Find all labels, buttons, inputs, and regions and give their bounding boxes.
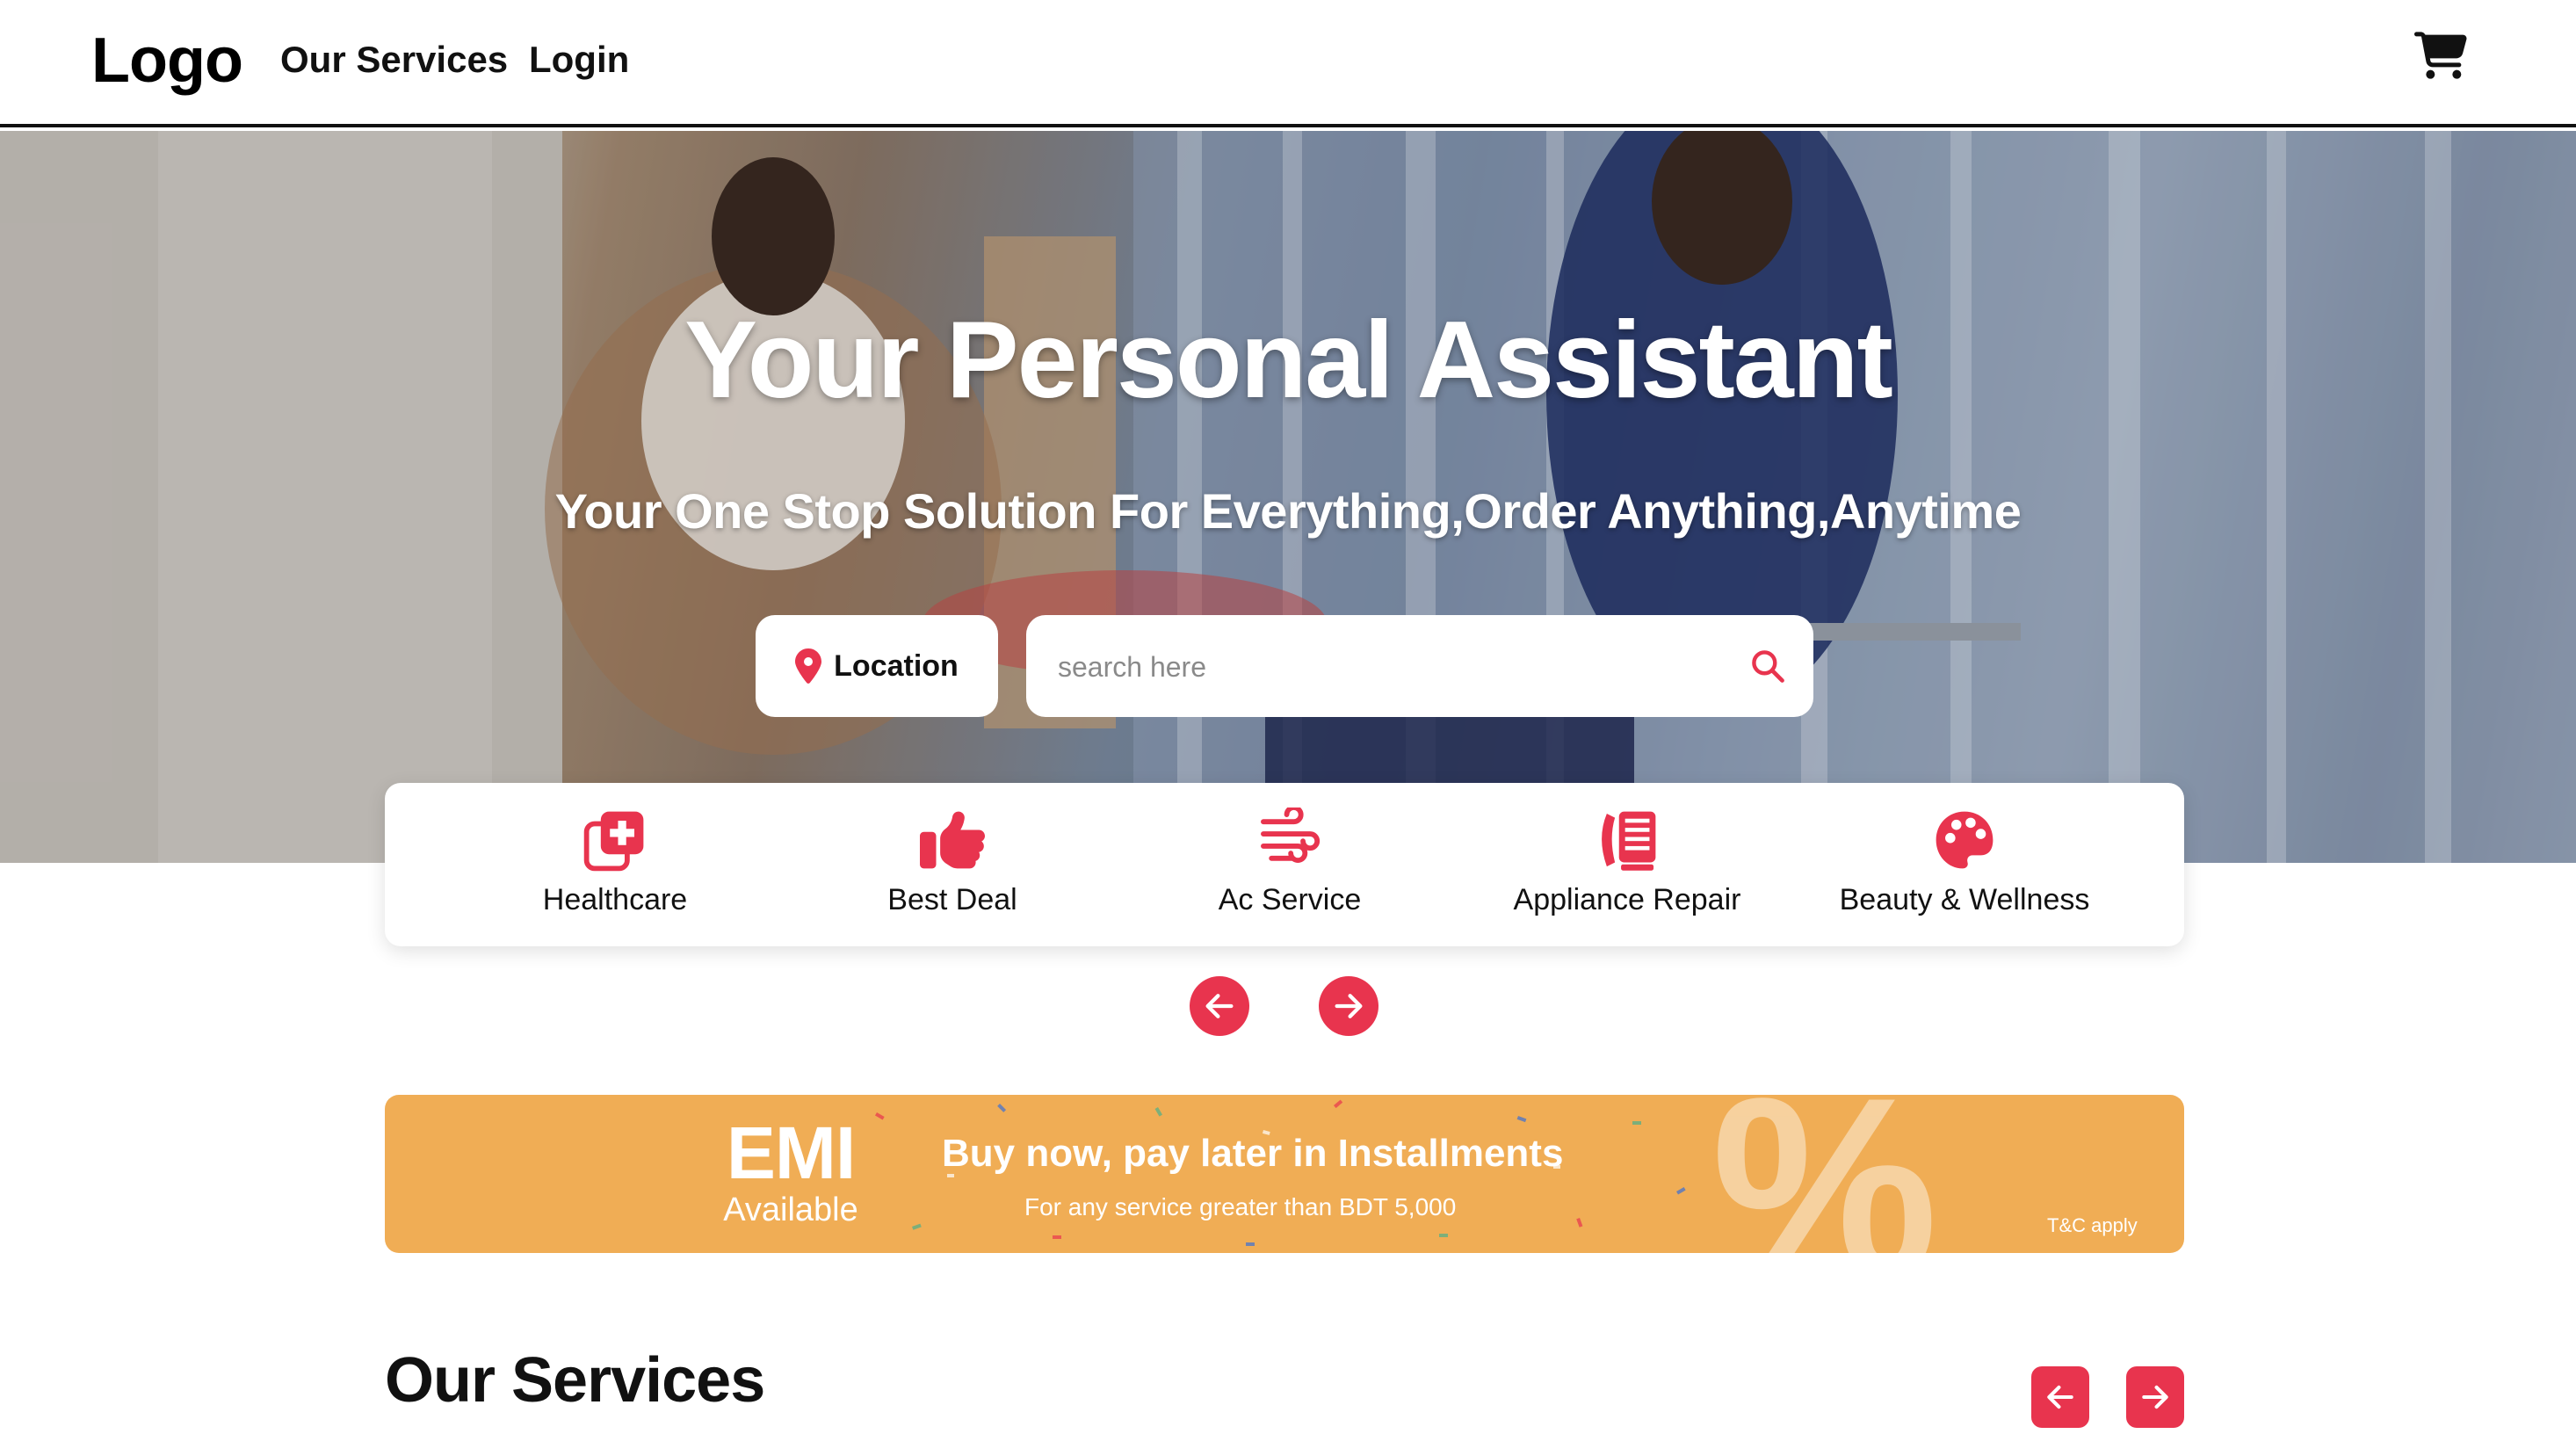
location-button[interactable]: Location bbox=[756, 615, 998, 717]
hero-title: Your Personal Assistant bbox=[684, 300, 1893, 421]
emi-title: EMI bbox=[726, 1112, 856, 1194]
category-ac-service[interactable]: Ac Service bbox=[1140, 808, 1439, 922]
emi-terms[interactable]: T&C apply bbox=[2047, 1214, 2138, 1237]
search-bar bbox=[1026, 615, 1813, 717]
category-best-deal[interactable]: Best Deal bbox=[803, 808, 1102, 922]
category-label: Ac Service bbox=[1218, 883, 1362, 916]
phone-fax-icon bbox=[1602, 811, 1656, 871]
medical-plus-icon bbox=[583, 811, 644, 872]
category-carousel: Healthcare Best Deal Ac Service Applianc… bbox=[385, 783, 2184, 946]
emi-headline: Buy now, pay later in Installments bbox=[942, 1132, 1564, 1175]
category-prev-button[interactable] bbox=[1190, 976, 1249, 1036]
search-icon[interactable] bbox=[1748, 647, 1787, 685]
logo[interactable]: Logo bbox=[91, 25, 243, 97]
map-pin-icon bbox=[795, 648, 822, 684]
search-input[interactable] bbox=[1056, 641, 1727, 692]
emi-detail: For any service greater than BDT 5,000 bbox=[1024, 1193, 1457, 1220]
category-label: Healthcare bbox=[542, 883, 688, 916]
emi-subtitle: Available bbox=[723, 1191, 858, 1228]
arrow-left-icon bbox=[2047, 1385, 2073, 1409]
percent-graphic: % bbox=[1711, 1095, 1938, 1253]
cart-icon[interactable] bbox=[2414, 32, 2467, 84]
nav-link-our-services[interactable]: Our Services bbox=[280, 39, 508, 81]
location-label: Location bbox=[834, 648, 959, 683]
hero-banner: Your Personal Assistant Your One Stop So… bbox=[0, 131, 2576, 863]
category-beauty-wellness[interactable]: Beauty & Wellness bbox=[1815, 808, 2114, 922]
services-next-button[interactable] bbox=[2126, 1366, 2184, 1428]
top-navbar: Logo Our Services Login bbox=[0, 0, 2576, 127]
category-appliance-repair[interactable]: Appliance Repair bbox=[1478, 808, 1776, 922]
our-services-heading: Our Services bbox=[385, 1345, 765, 1416]
hero-subtitle: Your One Stop Solution For Everything,Or… bbox=[554, 483, 2022, 539]
arrow-left-icon bbox=[1205, 994, 1234, 1018]
nav-link-login[interactable]: Login bbox=[529, 39, 629, 81]
arrow-right-icon bbox=[1335, 994, 1363, 1018]
palette-icon bbox=[1936, 811, 1994, 869]
category-healthcare[interactable]: Healthcare bbox=[466, 808, 764, 922]
arrow-right-icon bbox=[2142, 1385, 2168, 1409]
services-prev-button[interactable] bbox=[2031, 1366, 2089, 1428]
wind-icon bbox=[1261, 808, 1321, 863]
category-next-button[interactable] bbox=[1319, 976, 1378, 1036]
emi-promo-banner[interactable]: EMI Available Buy now, pay later in Inst… bbox=[385, 1095, 2184, 1253]
category-label: Best Deal bbox=[887, 883, 1017, 916]
category-label: Beauty & Wellness bbox=[1839, 883, 2090, 916]
category-label: Appliance Repair bbox=[1513, 883, 1741, 916]
thumbs-up-icon bbox=[920, 811, 985, 869]
